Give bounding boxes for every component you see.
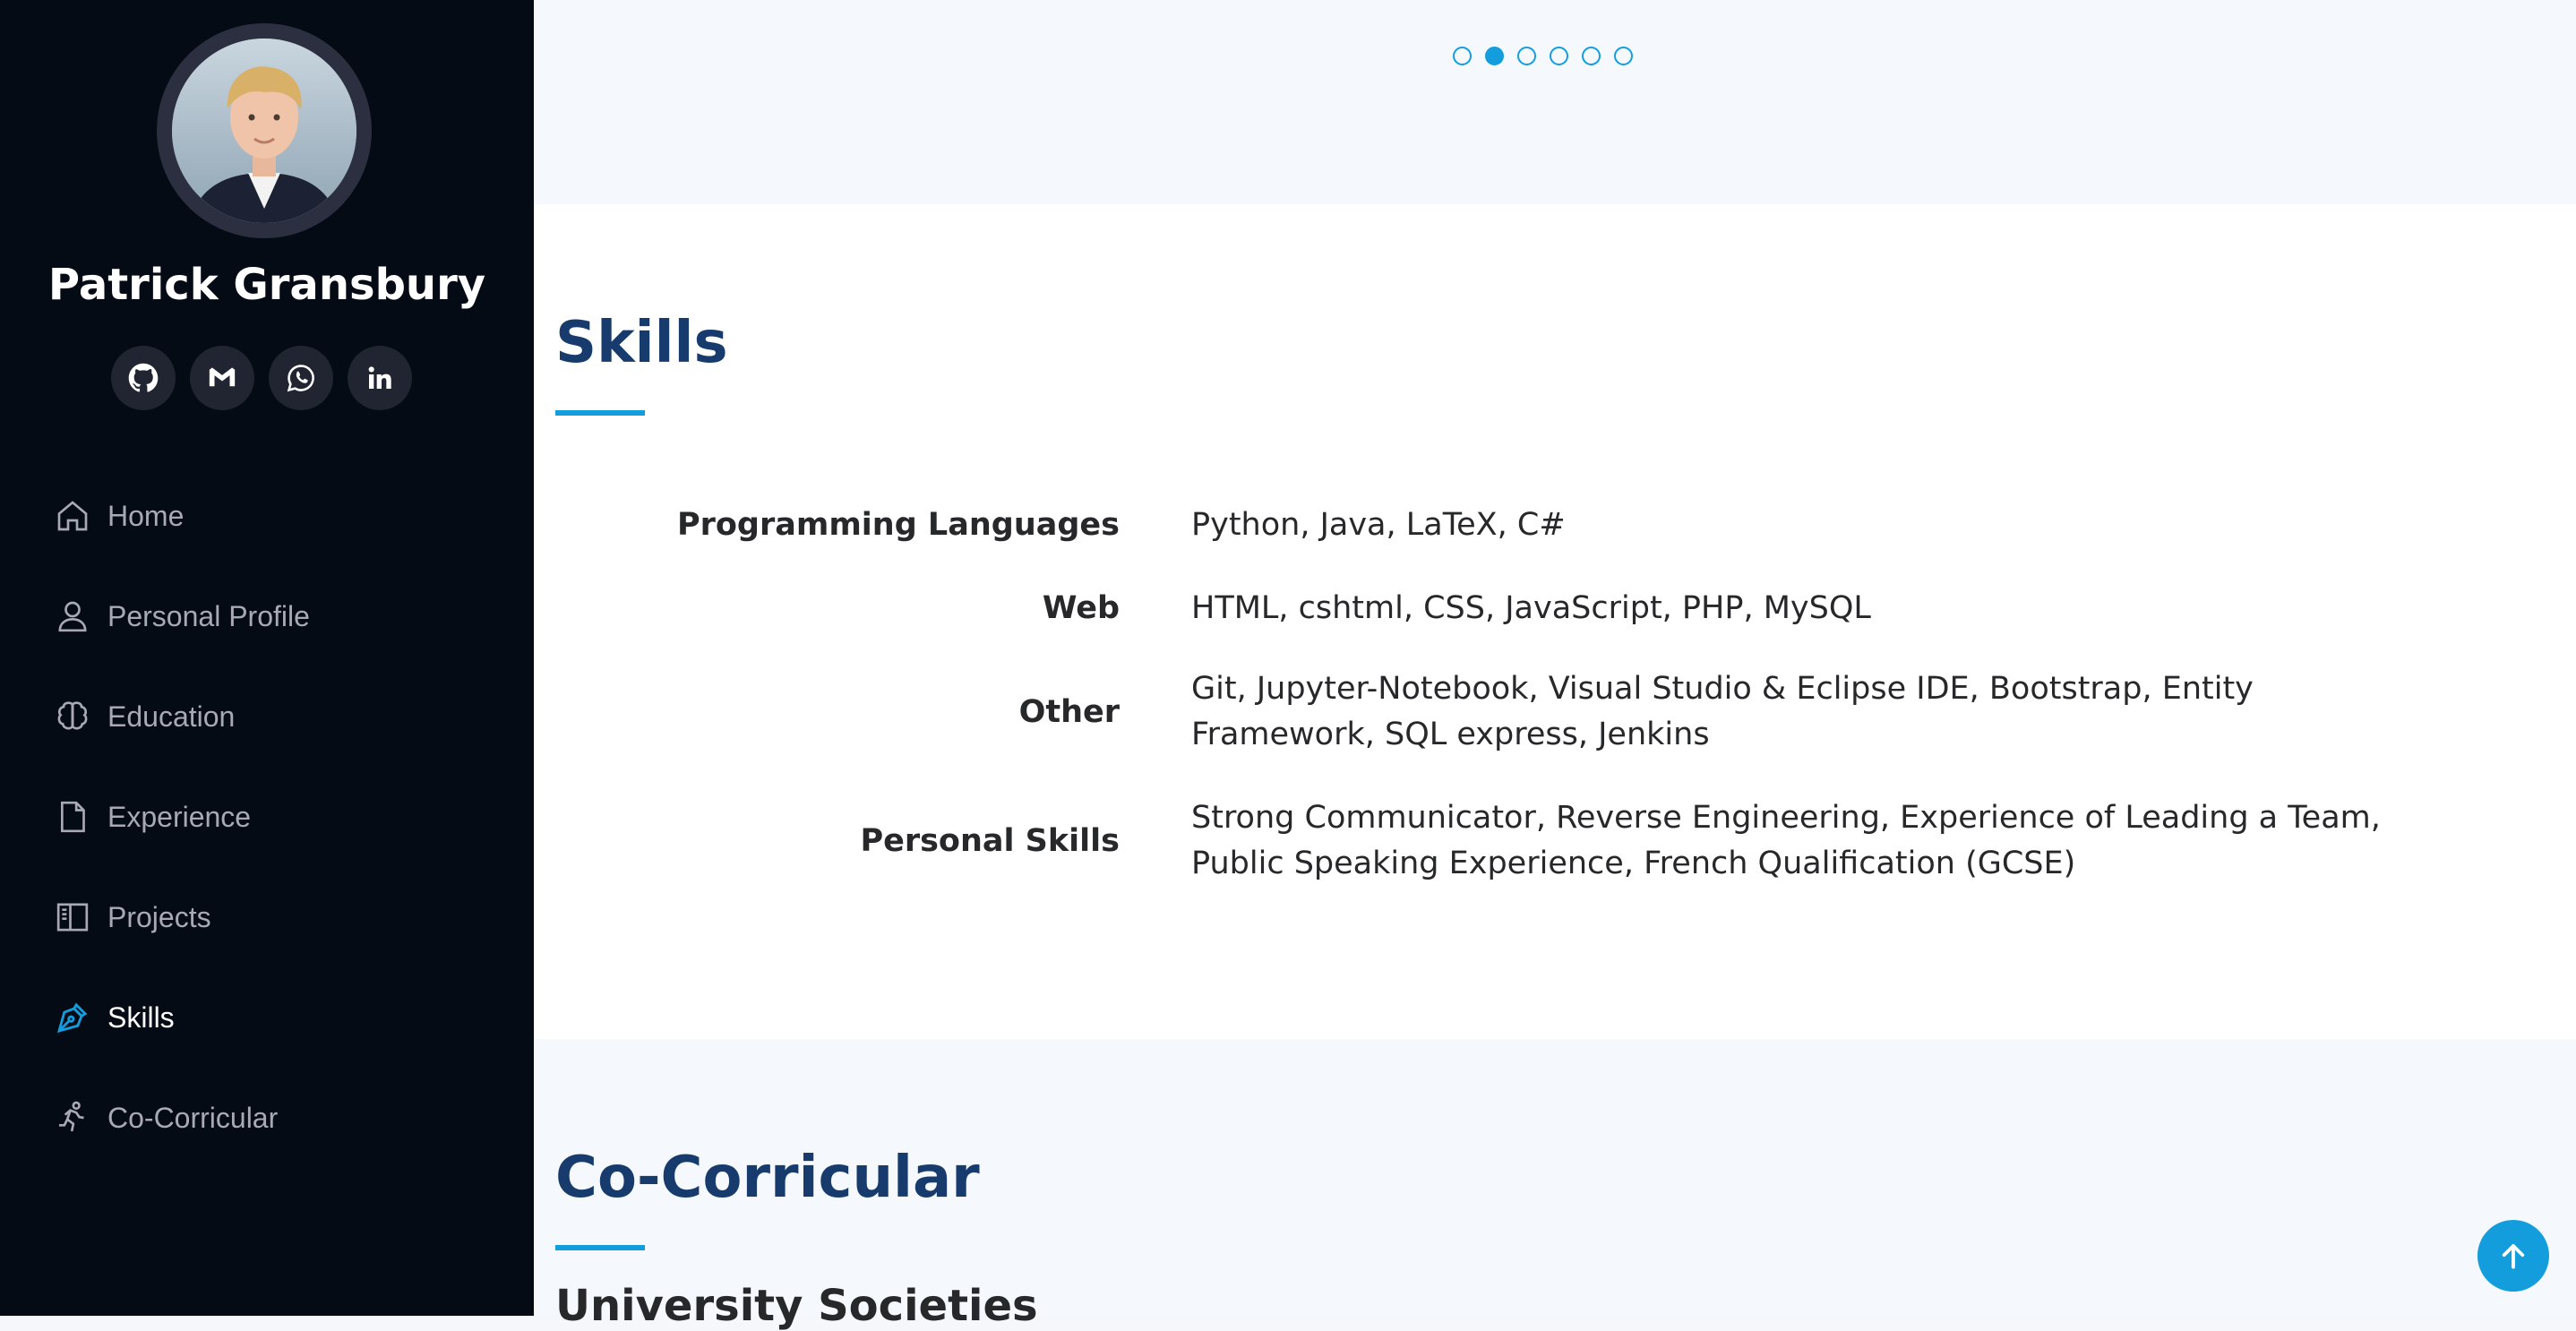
running-person-icon — [52, 1097, 93, 1138]
carousel-dot[interactable] — [1614, 47, 1633, 65]
skill-category: Other — [1018, 694, 1120, 730]
skill-category: Personal Skills — [860, 823, 1120, 859]
carousel-dot[interactable] — [1453, 47, 1472, 65]
layout-panel-icon — [52, 897, 93, 938]
carousel-dot[interactable] — [1517, 47, 1536, 65]
gmail-icon — [209, 367, 236, 387]
nav-label: Home — [107, 499, 185, 532]
skill-category: Programming Languages — [676, 507, 1120, 543]
whatsapp-icon — [287, 365, 314, 392]
skill-row: Personal Skills Strong Communicator, Rev… — [534, 795, 2576, 887]
nav-item-personal-profile[interactable]: Personal Profile — [0, 566, 534, 666]
skill-values: HTML, cshtml, CSS, JavaScript, PHP, MySQ… — [1191, 589, 1871, 626]
arrow-up-icon — [2502, 1244, 2525, 1269]
skills-section: Skills Programming Languages Python, Jav… — [534, 204, 2576, 1039]
sidebar: Patrick Gransbury Home Personal Profile … — [0, 0, 534, 1316]
skills-title: Skills — [555, 310, 728, 376]
skill-values: Git, Jupyter-Notebook, Visual Studio & E… — [1191, 671, 2254, 752]
linkedin-link[interactable] — [348, 346, 412, 410]
skill-row: Web HTML, cshtml, CSS, JavaScript, PHP, … — [534, 583, 2576, 633]
skill-category: Web — [1042, 590, 1120, 626]
nav-label: Personal Profile — [107, 599, 310, 632]
cocurricular-section: Co-Corricular University Societies — [534, 1039, 2576, 1331]
brain-icon — [52, 696, 93, 737]
nav-item-home[interactable]: Home — [0, 466, 534, 566]
github-icon — [128, 363, 159, 392]
nav-item-skills[interactable]: Skills — [0, 967, 534, 1068]
nav-item-education[interactable]: Education — [0, 666, 534, 767]
profile-name: Patrick Gransbury — [47, 260, 486, 310]
carousel-dot[interactable] — [1550, 47, 1568, 65]
title-underline — [555, 1245, 645, 1250]
nav-label: Education — [107, 700, 236, 733]
nav-label: Projects — [107, 900, 211, 933]
gmail-link[interactable] — [190, 346, 254, 410]
main-content: Skills Programming Languages Python, Jav… — [534, 0, 2576, 1331]
nav-menu: Home Personal Profile Education Experien… — [0, 466, 534, 1168]
nav-item-projects[interactable]: Projects — [0, 867, 534, 967]
back-to-top-button[interactable] — [2477, 1220, 2549, 1292]
nav-label: Co-Corricular — [107, 1101, 279, 1134]
avatar — [172, 39, 356, 223]
skill-row: Programming Languages Python, Java, LaTe… — [534, 500, 2576, 550]
carousel-dot[interactable] — [1582, 47, 1601, 65]
nav-item-experience[interactable]: Experience — [0, 767, 534, 867]
nav-label: Experience — [107, 800, 252, 833]
title-underline — [555, 410, 645, 416]
person-icon — [52, 596, 93, 637]
skill-row: Other Git, Jupyter-Notebook, Visual Stud… — [534, 666, 2576, 758]
subsection-title: University Societies — [555, 1281, 1038, 1331]
carousel-section — [534, 0, 2576, 204]
cocurricular-title: Co-Corricular — [555, 1145, 980, 1211]
github-link[interactable] — [111, 346, 176, 410]
avatar-frame — [157, 23, 372, 238]
whatsapp-link[interactable] — [269, 346, 333, 410]
carousel-dot-active[interactable] — [1485, 47, 1504, 65]
linkedin-icon — [368, 366, 391, 389]
nav-item-co-corricular[interactable]: Co-Corricular — [0, 1068, 534, 1168]
house-icon — [52, 495, 93, 537]
carousel-pagination — [1453, 47, 1633, 65]
skill-values: Strong Communicator, Reverse Engineering… — [1191, 800, 2381, 881]
file-icon — [52, 796, 93, 837]
nav-label: Skills — [107, 1000, 175, 1034]
pen-nib-icon — [52, 997, 93, 1038]
skill-values: Python, Java, LaTeX, C# — [1191, 506, 1566, 543]
